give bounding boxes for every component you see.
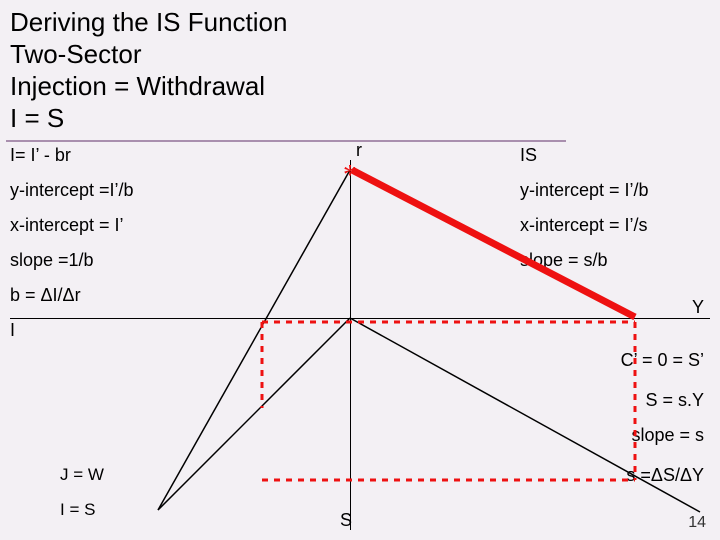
title-line-2: Two-Sector — [10, 38, 287, 70]
title-line-3: Injection = Withdrawal — [10, 70, 287, 102]
title-line-4: I = S — [10, 102, 287, 134]
right-Y: Y — [692, 297, 704, 318]
axis-vertical — [350, 160, 351, 530]
left-JW: J = W — [60, 465, 104, 485]
left-eq: I= I’ - br — [10, 145, 71, 166]
right-S: S = s.Y — [645, 390, 704, 411]
title-line-1: Deriving the IS Function — [10, 6, 287, 38]
axis-label-S: S — [340, 510, 352, 531]
right-xint: x-intercept = I’/s — [520, 215, 648, 236]
left-IS: I = S — [60, 500, 95, 520]
axis-horizontal — [10, 318, 710, 319]
left-yint: y-intercept =I’/b — [10, 180, 134, 201]
left-I: I — [10, 320, 15, 341]
left-slope: slope =1/b — [10, 250, 94, 271]
right-C: C’ = 0 = S’ — [621, 350, 704, 371]
line-jw — [158, 318, 350, 510]
title-underline — [6, 140, 566, 142]
slide-number: 14 — [688, 514, 706, 532]
right-yint: y-intercept = I’/b — [520, 180, 649, 201]
right-slope: slope = s/b — [520, 250, 608, 271]
left-b: b = ΔI/Δr — [10, 285, 81, 306]
line-investment — [158, 170, 350, 510]
right-IS: IS — [520, 145, 537, 166]
left-xint: x-intercept = I’ — [10, 215, 124, 236]
axis-label-r: r — [356, 140, 362, 161]
right-sdelta: s =ΔS/ΔY — [626, 465, 704, 486]
slide-title: Deriving the IS Function Two-Sector Inje… — [10, 6, 287, 134]
right-slope-s: slope = s — [631, 425, 704, 446]
